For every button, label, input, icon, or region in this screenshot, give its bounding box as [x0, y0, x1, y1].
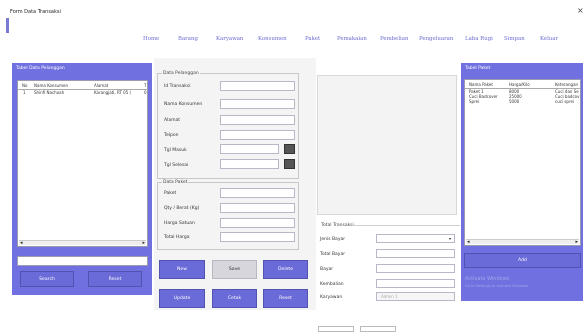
- label-bayar: Bayar: [320, 267, 334, 272]
- col-header[interactable]: Keterangan: [555, 82, 578, 87]
- col-header[interactable]: Nama Paket: [469, 82, 493, 87]
- harga-satuan-field[interactable]: [220, 218, 295, 228]
- reset-form-button[interactable]: Reset: [263, 289, 308, 308]
- scroll-left-icon[interactable]: ◂: [467, 239, 470, 245]
- paket-field[interactable]: [220, 188, 295, 198]
- label-telpon: Telpon: [164, 133, 179, 138]
- table-cell[interactable]: Karangjati, RT 05 (: [94, 90, 142, 95]
- nav-simpan[interactable]: Simpan: [504, 36, 525, 42]
- data-pelanggan-title: Data Pelanggan: [162, 71, 200, 76]
- watermark-title: Activate Windows: [465, 276, 510, 282]
- scroll-left-icon[interactable]: ◂: [20, 240, 23, 246]
- label-jenis-bayar: Jenis Bayar: [320, 237, 346, 242]
- nama-konsumen-field[interactable]: [220, 99, 295, 109]
- data-paket-title: Data Paket: [162, 180, 189, 185]
- table-cell[interactable]: cuci sprei: [555, 99, 580, 104]
- close-icon[interactable]: ×: [577, 6, 584, 15]
- accent-bar: [6, 18, 9, 33]
- paket-panel: Tabel Paket Nama Paket Harga/Kilo Ketera…: [461, 63, 583, 301]
- label-nama-konsumen: Nama Konsumen: [164, 102, 203, 107]
- total-harga-field[interactable]: [220, 232, 295, 242]
- nav-konsumen[interactable]: Konsumen: [258, 36, 287, 42]
- bottom-field[interactable]: [360, 326, 396, 332]
- bayar-field[interactable]: [376, 264, 455, 273]
- id-transaksi-field[interactable]: [220, 81, 295, 91]
- reset-button[interactable]: Reset: [88, 271, 142, 287]
- horizontal-scrollbar[interactable]: ◂ ▸: [466, 239, 579, 245]
- label-tgl-selesai: Tgl Selesai: [164, 163, 189, 168]
- nav-keluar[interactable]: Keluar: [540, 36, 558, 42]
- col-header[interactable]: No: [22, 83, 27, 88]
- tgl-selesai-field[interactable]: [220, 159, 279, 169]
- data-pelanggan-group: Data Pelanggan Id Transaksi Nama Konsume…: [157, 71, 299, 179]
- karyawan-value: Admin 1: [381, 294, 398, 299]
- jenis-bayar-select[interactable]: ▾: [376, 234, 455, 243]
- label-alamat: Alamat: [164, 118, 180, 123]
- nav-paket[interactable]: Paket: [305, 36, 320, 42]
- label-tgl-masuk: Tgl Masuk: [164, 148, 187, 153]
- pelanggan-table[interactable]: No Nama Konsumen Alamat T 1 Shinfi Nacho…: [17, 80, 148, 247]
- total-transaksi-group: Total Transaksi Jenis Bayar ▾ Total Baya…: [316, 218, 461, 313]
- total-transaksi-title: Total Transaksi: [321, 223, 354, 228]
- search-input[interactable]: [17, 256, 148, 266]
- tgl-masuk-field[interactable]: [220, 144, 279, 154]
- cetak-button[interactable]: Cetak: [212, 289, 257, 308]
- nav-pemakaian[interactable]: Pemakaian: [337, 36, 367, 42]
- alamat-field[interactable]: [220, 115, 295, 125]
- label-qty: Qty / Berat (Kg): [164, 206, 200, 211]
- label-total-bayar: Total Bayar: [320, 252, 346, 257]
- table-cell[interactable]: 5000: [509, 99, 519, 104]
- kembalian-field[interactable]: [376, 279, 455, 288]
- pelanggan-panel-title: Tabel Data Pelanggan: [16, 66, 65, 71]
- horizontal-scrollbar[interactable]: ◂ ▸: [19, 240, 146, 246]
- table-cell[interactable]: Shinfi Nachoah: [34, 90, 64, 95]
- form-area: Data Pelanggan Id Transaksi Nama Konsume…: [154, 58, 316, 310]
- table-cell[interactable]: 1: [23, 90, 26, 95]
- pelanggan-panel: Tabel Data Pelanggan No Nama Konsumen Al…: [12, 63, 152, 295]
- karyawan-field[interactable]: Admin 1: [376, 292, 455, 301]
- save-button[interactable]: Save: [212, 260, 257, 279]
- label-paket: Paket: [164, 191, 177, 196]
- table-cell[interactable]: 0: [144, 90, 147, 95]
- add-button[interactable]: Add: [464, 253, 581, 268]
- telpon-field[interactable]: [220, 130, 295, 140]
- tgl-selesai-picker-button[interactable]: [284, 159, 295, 169]
- col-header[interactable]: Nama Konsumen: [34, 83, 68, 88]
- col-header[interactable]: Harga/Kilo: [509, 82, 530, 87]
- label-id-transaksi: Id Transaksi: [164, 84, 191, 89]
- nav-pengeluaran[interactable]: Pengeluaran: [419, 36, 453, 42]
- paket-panel-title: Tabel Paket: [465, 66, 491, 71]
- update-button[interactable]: Update: [159, 289, 205, 308]
- new-button[interactable]: New: [159, 260, 205, 279]
- search-button[interactable]: Search: [20, 271, 74, 287]
- label-harga-satuan: Harga Satuan: [164, 221, 195, 226]
- bottom-field[interactable]: [318, 326, 354, 332]
- qty-field[interactable]: [220, 203, 295, 213]
- label-total-harga: Total Harga: [164, 235, 190, 240]
- nav-barang[interactable]: Barang: [178, 36, 198, 42]
- data-paket-group: Data Paket Paket Qty / Berat (Kg) Harga …: [157, 180, 299, 250]
- window-title: Form Data Transaksi: [10, 9, 61, 15]
- chevron-down-icon[interactable]: ▾: [447, 235, 453, 243]
- nav-home[interactable]: Home: [143, 36, 159, 42]
- nav-laba-rugi[interactable]: Laba Rugi: [465, 36, 493, 42]
- scroll-right-icon[interactable]: ▸: [142, 240, 145, 246]
- col-header[interactable]: T: [144, 83, 146, 88]
- delete-button[interactable]: Delete: [263, 260, 308, 279]
- main-nav: Home Barang Karyawan Konsumen Paket Pema…: [0, 36, 585, 44]
- watermark-subtitle: Go to Settings to activate Windows.: [465, 284, 530, 288]
- tgl-masuk-picker-button[interactable]: [284, 144, 295, 154]
- scroll-right-icon[interactable]: ▸: [575, 239, 578, 245]
- label-kembalian: Kembalian: [320, 282, 344, 287]
- notes-area[interactable]: [317, 75, 457, 215]
- table-cell[interactable]: Sprei: [469, 99, 479, 104]
- nav-karyawan[interactable]: Karyawan: [216, 36, 243, 42]
- label-karyawan: Karyawan: [320, 295, 343, 300]
- col-header[interactable]: Alamat: [94, 83, 108, 88]
- nav-pembelian[interactable]: Pembelian: [380, 36, 408, 42]
- paket-table[interactable]: Nama Paket Harga/Kilo Keterangan Paket 1…: [464, 79, 581, 246]
- total-bayar-field[interactable]: [376, 249, 455, 258]
